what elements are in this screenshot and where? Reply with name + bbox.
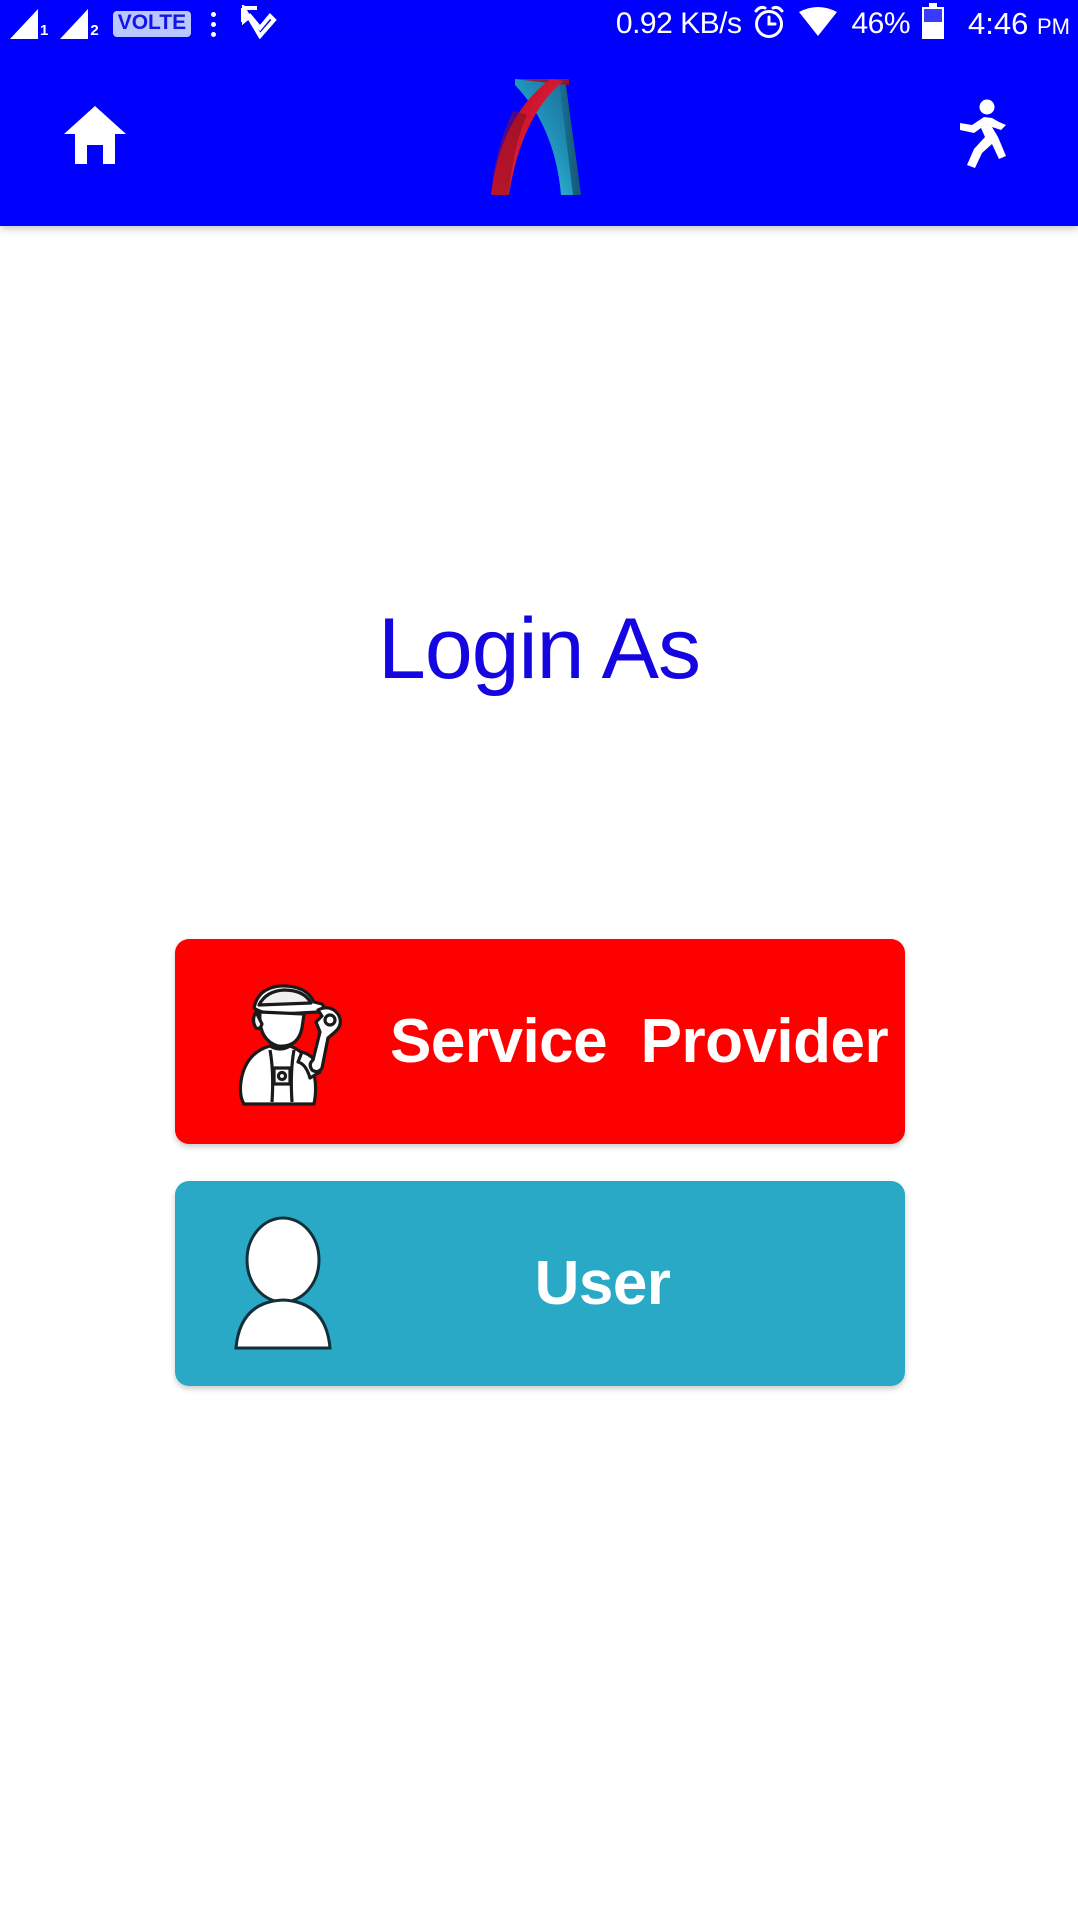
app-bar xyxy=(0,48,1078,226)
battery-icon xyxy=(920,2,946,46)
home-button[interactable] xyxy=(52,94,138,180)
status-bar-right-icons: 0.92 KB/s 46% 4:46 PM xyxy=(290,2,1070,46)
battery-percent-label: 46% xyxy=(851,7,911,40)
user-label: User xyxy=(534,1248,671,1318)
clock-ampm: PM xyxy=(1037,14,1070,39)
signal-triangle xyxy=(60,9,89,39)
signal-bars-sim2-icon: 2 xyxy=(60,9,106,39)
status-bar-left-icons: 1 2 VOLTE xyxy=(10,1,290,44)
home-icon xyxy=(62,104,128,171)
page-title: Login As xyxy=(378,601,701,697)
service-provider-label: Service Provider xyxy=(390,1006,889,1076)
brand-logo xyxy=(464,67,614,207)
dot xyxy=(211,11,217,17)
sim1-index-label: 1 xyxy=(40,22,49,39)
overflow-dots-icon xyxy=(211,11,217,37)
logout-button[interactable] xyxy=(940,94,1026,180)
dot xyxy=(211,21,217,27)
brand-arch-logo-icon xyxy=(469,69,609,206)
dot xyxy=(211,31,217,37)
volte-badge: VOLTE xyxy=(112,11,192,37)
running-person-icon xyxy=(954,99,1012,176)
clock-time: 4:46 xyxy=(968,6,1029,41)
signal-bars-sim1-icon: 1 xyxy=(10,9,56,39)
main-content: Login As Service Provider User xyxy=(0,226,1078,1908)
status-bar: 1 2 VOLTE 0.92 KB/s 46% 4:46 PM xyxy=(0,0,1078,48)
sim2-index-label: 2 xyxy=(90,22,99,39)
status-bar-clock: 4:46 PM xyxy=(968,6,1070,42)
mechanic-worker-icon xyxy=(175,939,390,1144)
person-avatar-icon xyxy=(175,1181,390,1386)
login-as-service-provider-button[interactable]: Service Provider xyxy=(175,939,905,1144)
wifi-icon xyxy=(797,5,839,44)
signal-triangle xyxy=(10,9,38,39)
login-as-user-button[interactable]: User xyxy=(175,1181,905,1386)
download-arrow-icon xyxy=(238,1,280,44)
alarm-clock-icon xyxy=(751,4,787,45)
network-speed-label: 0.92 KB/s xyxy=(615,7,742,40)
